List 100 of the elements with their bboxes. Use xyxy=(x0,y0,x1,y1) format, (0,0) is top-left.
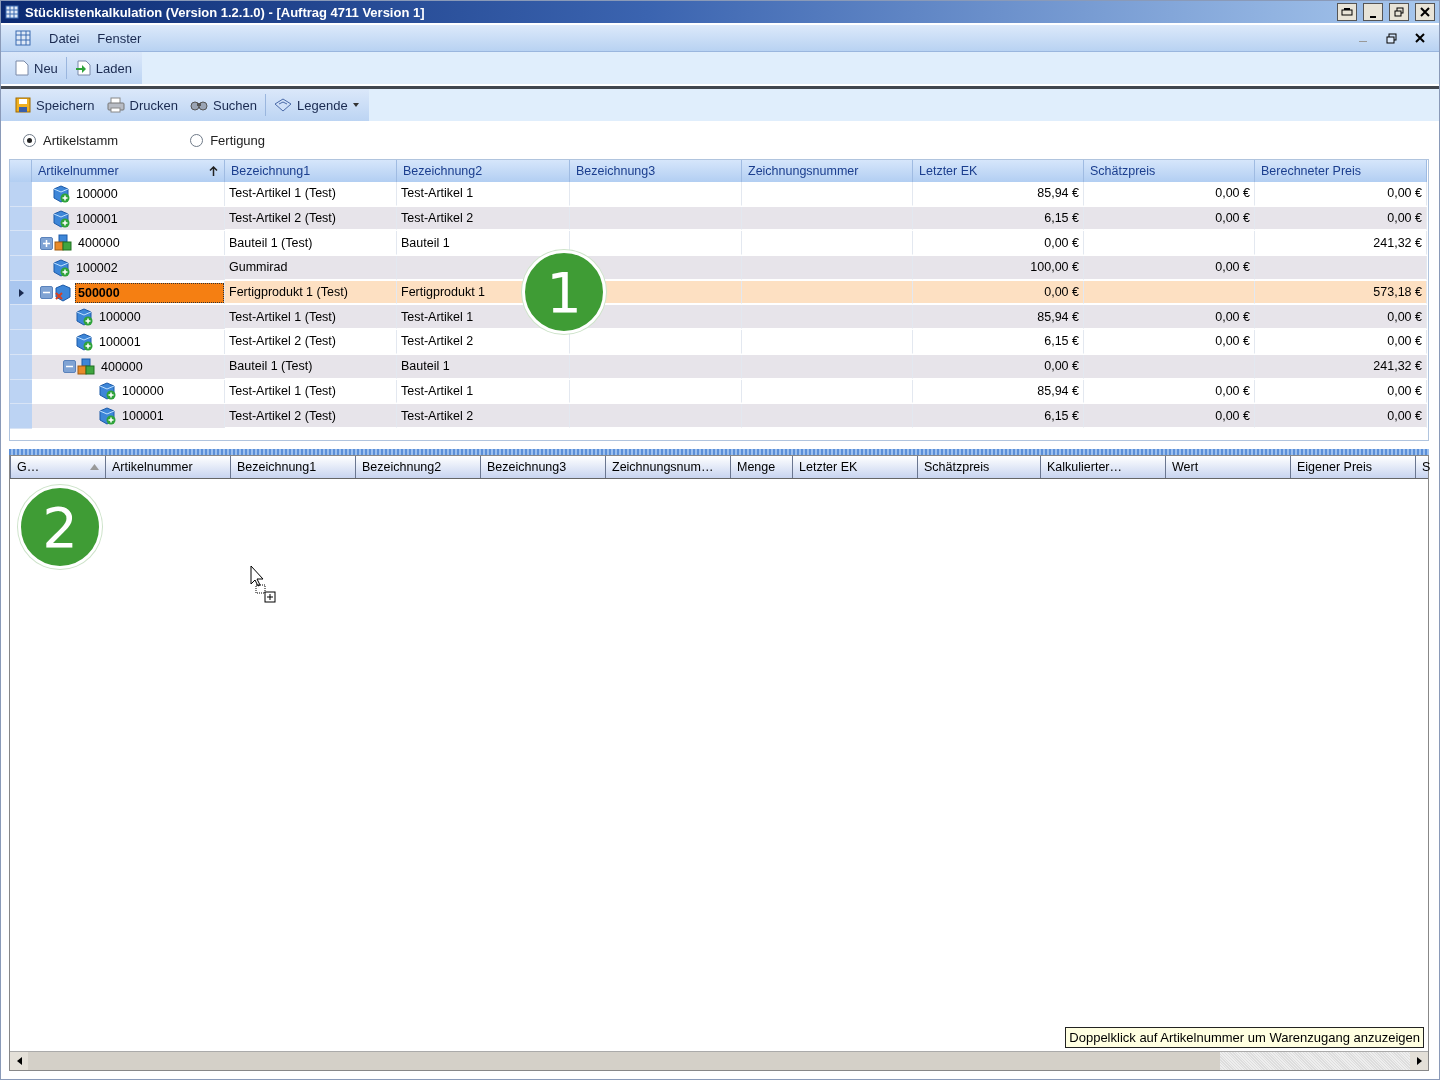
table-cell: 100,00 € xyxy=(913,256,1084,280)
close-icon xyxy=(1420,7,1430,17)
toolbar-button[interactable]: Drucken xyxy=(102,92,182,118)
column-header[interactable]: Bezeichnung3 xyxy=(480,456,605,478)
item-number: 100000 xyxy=(121,383,165,401)
table-cell: 6,15 € xyxy=(913,404,1084,428)
column-header[interactable]: Artikelnummer xyxy=(105,456,230,478)
column-header[interactable]: Eigener Preis xyxy=(1290,456,1415,478)
column-header[interactable]: Menge xyxy=(730,456,792,478)
column-header[interactable]: Bezeichnung1 xyxy=(230,456,355,478)
cube-plus-icon xyxy=(52,209,70,228)
toolbar-button[interactable]: Suchen xyxy=(185,92,262,118)
column-header[interactable]: Artikelnummer xyxy=(32,160,225,182)
radio-button[interactable]: Fertigung xyxy=(190,132,266,148)
toolbar-button[interactable]: Neu xyxy=(11,55,62,81)
close-button[interactable] xyxy=(1415,3,1435,21)
table-cell: 0,00 € xyxy=(1084,206,1255,231)
minimize-button[interactable] xyxy=(1363,3,1383,21)
cube-plus-icon xyxy=(75,332,93,351)
collapse-icon[interactable] xyxy=(40,286,53,300)
item-number: 100001 xyxy=(121,408,165,426)
table-cell: Test-Artikel 1 (Test) xyxy=(225,305,397,330)
horizontal-scrollbar[interactable] xyxy=(10,1051,1428,1070)
tooltip: Doppelklick auf Artikelnummer um Warenzugang anzuzeigen xyxy=(1065,1027,1424,1048)
table-cell: 6,15 € xyxy=(913,206,1084,231)
item-number: 100000 xyxy=(75,185,119,203)
document-arrow-icon xyxy=(74,60,91,76)
item-number: 100001 xyxy=(98,333,142,351)
column-header[interactable]: Schätzpreis xyxy=(917,456,1040,478)
blocks-icon xyxy=(77,357,95,376)
caret-icon xyxy=(352,103,359,107)
column-header[interactable]: Bezeichnung2 xyxy=(355,456,480,478)
menu-item[interactable]: Datei xyxy=(49,30,80,46)
table-cell: Test-Artikel 2 xyxy=(397,404,570,428)
table-cell: 0,00 € xyxy=(1084,305,1255,330)
tree-cell[interactable]: 100001 xyxy=(32,404,225,428)
row-header[interactable] xyxy=(10,280,32,306)
table-cell: 573,18 € xyxy=(1255,280,1427,305)
cube-plus-icon xyxy=(75,308,93,327)
column-header[interactable]: Bezeichnung1 xyxy=(225,160,397,182)
item-number: 500000 xyxy=(75,282,224,303)
callout-number: 2 xyxy=(18,485,102,569)
column-header[interactable]: Bezeichnung2 xyxy=(397,160,570,182)
menu-item[interactable]: Fenster xyxy=(97,30,142,46)
tree-cell[interactable]: 400000 xyxy=(32,354,225,379)
column-header[interactable]: Zeichnungsnummer xyxy=(742,160,913,182)
tree-cell[interactable]: 100000 xyxy=(32,305,225,330)
column-header[interactable]: Letzter EK xyxy=(792,456,917,478)
table-cell: 0,00 € xyxy=(913,280,1084,305)
table-cell: 0,00 € xyxy=(1084,404,1255,428)
radio-button[interactable]: Artikelstamm xyxy=(23,132,119,148)
column-header[interactable]: S xyxy=(1415,456,1440,478)
app-icon xyxy=(15,30,31,46)
column-header[interactable]: Berechneter Preis xyxy=(1255,160,1427,182)
column-header[interactable]: Bezeichnung3 xyxy=(570,160,742,182)
table-cell: 0,00 € xyxy=(1084,256,1255,280)
current-row-icon xyxy=(18,288,24,297)
table-cell: Test-Artikel 2 (Test) xyxy=(225,206,397,231)
item-number: 100000 xyxy=(98,309,142,327)
restore-icon[interactable] xyxy=(1386,32,1397,44)
close-icon[interactable] xyxy=(1415,33,1425,43)
table-cell: 0,00 € xyxy=(913,354,1084,379)
scroll-right-icon[interactable] xyxy=(1416,1057,1422,1065)
printer-icon xyxy=(1341,7,1353,17)
table-cell: Test-Artikel 2 (Test) xyxy=(225,404,397,428)
cube-plus-icon xyxy=(52,258,70,277)
dropdown-button[interactable]: Legende xyxy=(270,92,363,118)
table-cell: Bauteil 1 (Test) xyxy=(225,354,397,379)
toolbar-button[interactable]: Laden xyxy=(70,55,136,81)
column-header[interactable]: Letzter EK xyxy=(913,160,1084,182)
item-number: 100001 xyxy=(75,210,119,228)
table-cell: Gummirad xyxy=(225,256,397,280)
document-icon xyxy=(15,60,29,76)
item-number: 400000 xyxy=(100,358,144,376)
table-cell: 0,00 € xyxy=(1255,404,1427,428)
tree-cell[interactable]: 100001 xyxy=(32,206,225,231)
tree-cell[interactable]: 100002 xyxy=(32,256,225,280)
column-header[interactable]: Wert xyxy=(1165,456,1290,478)
cube-plus-icon xyxy=(98,407,116,426)
column-header[interactable]: Schätzpreis xyxy=(1084,160,1255,182)
column-header[interactable]: Zeichnungsnum… xyxy=(605,456,730,478)
binoculars-icon xyxy=(189,98,208,112)
minimize-icon xyxy=(1370,16,1376,18)
cube-tools-icon xyxy=(54,283,72,302)
restore-button[interactable] xyxy=(1389,3,1409,21)
window-title: Stücklistenkalkulation (Version 1.2.1.0) - [Auftrag 4711 Version 1] xyxy=(25,4,426,20)
column-header[interactable]: Kalkulierter… xyxy=(1040,456,1165,478)
blocks-icon xyxy=(54,234,72,253)
cube-plus-icon xyxy=(52,184,70,203)
column-header[interactable]: G… xyxy=(10,456,105,478)
printer-button[interactable] xyxy=(1337,3,1357,21)
expand-icon[interactable] xyxy=(40,236,53,250)
table-cell: 0,00 € xyxy=(1255,305,1427,330)
table-cell: 241,32 € xyxy=(1255,354,1427,379)
table-cell: Bauteil 1 xyxy=(397,354,570,379)
toolbar-button[interactable]: Speichern xyxy=(11,92,99,118)
header-corner xyxy=(10,160,32,182)
scroll-left-icon[interactable] xyxy=(16,1057,22,1065)
collapse-icon[interactable] xyxy=(63,360,76,374)
book-icon xyxy=(274,98,293,112)
